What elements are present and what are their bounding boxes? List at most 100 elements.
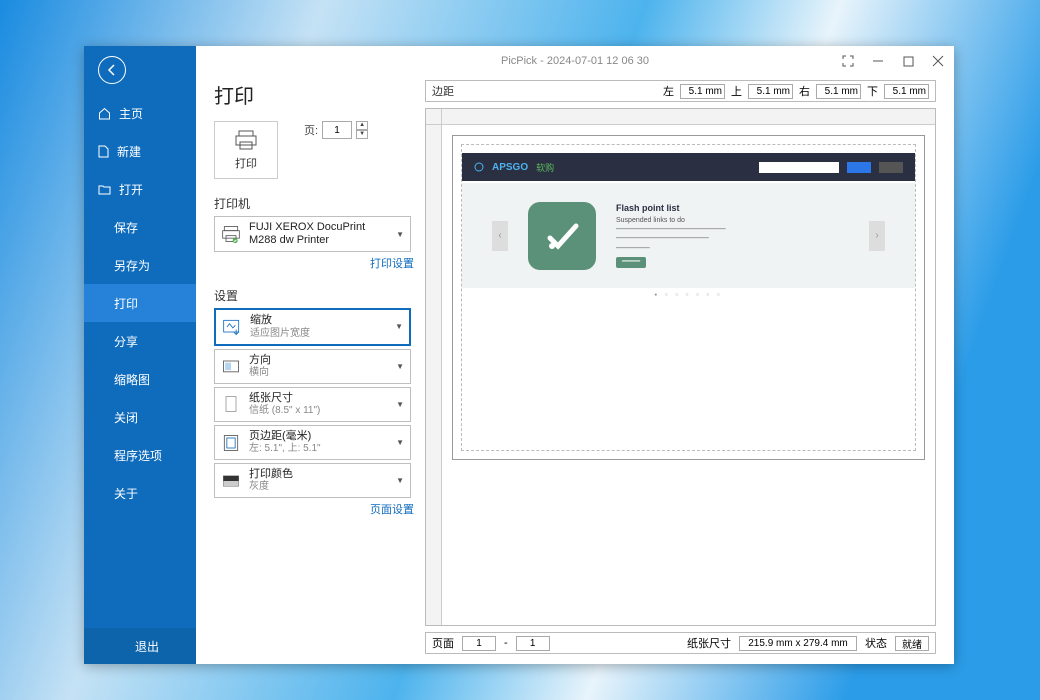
nav-new[interactable]: 新建 [84, 132, 196, 170]
status-paper-label: 纸张尺寸 [687, 635, 731, 651]
nav-label: 打开 [119, 181, 143, 198]
state-display [895, 636, 929, 651]
pages-up[interactable]: ▲ [356, 121, 368, 130]
settings-section-label: 设置 [214, 287, 414, 304]
zoom-icon [222, 317, 242, 337]
pages-down[interactable]: ▼ [356, 130, 368, 139]
nav-exit[interactable]: 退出 [84, 628, 196, 664]
orient-title: 方向 [249, 354, 388, 367]
print-button-label: 打印 [235, 155, 257, 171]
mock-title: Flash point list [616, 203, 849, 215]
zoom-title: 缩放 [250, 314, 387, 327]
mock-btn2 [879, 162, 903, 173]
margin-dropdown[interactable]: 页边距(毫米)左: 5.1", 上: 5.1" ▼ [214, 425, 411, 460]
nav-label: 程序选项 [114, 447, 162, 464]
nav-open[interactable]: 打开 [84, 170, 196, 208]
zoom-sub: 适应图片宽度 [250, 328, 387, 340]
nav-label: 退出 [135, 638, 159, 655]
print-button[interactable]: 打印 [214, 121, 278, 179]
nav-label: 另存为 [114, 257, 150, 274]
printer-icon [234, 129, 258, 151]
nav-label: 新建 [117, 143, 141, 160]
nav-label: 打印 [114, 295, 138, 312]
nav-options[interactable]: 程序选项 [84, 436, 196, 474]
orient-sub: 横向 [249, 367, 388, 379]
maximize-icon[interactable] [900, 53, 916, 69]
arrow-left-icon: ‹ [492, 221, 508, 251]
mock-text: Flash point list Suspended links to do ━… [616, 203, 849, 269]
chevron-down-icon: ▼ [396, 362, 404, 371]
margin-left-input[interactable] [680, 84, 725, 99]
pages-row: 页: ▲ ▼ [304, 121, 368, 139]
mock-sub: Suspended links to do [616, 216, 849, 225]
margin-bottom-input[interactable] [884, 84, 929, 99]
chevron-down-icon: ▼ [396, 476, 404, 485]
nav-print[interactable]: 打印 [84, 284, 196, 322]
size-sub: 信纸 (8.5" x 11") [249, 405, 388, 417]
pages-label: 页: [304, 122, 318, 138]
nav-label: 主页 [119, 105, 143, 122]
titlebar: PicPick - 2024-07-01 12 06 30 [196, 46, 954, 76]
printer-settings-link[interactable]: 打印设置 [214, 255, 414, 271]
top-label: 上 [731, 83, 742, 99]
page-to-input[interactable] [516, 636, 550, 651]
nav-about[interactable]: 关于 [84, 474, 196, 512]
nav-label: 关闭 [114, 409, 138, 426]
nav-saveas[interactable]: 另存为 [84, 246, 196, 284]
mock-btn1 [847, 162, 871, 173]
color-title: 打印颜色 [249, 468, 388, 481]
orientation-dropdown[interactable]: 方向横向 ▼ [214, 349, 411, 384]
window-title: PicPick - 2024-07-01 12 06 30 [501, 55, 649, 67]
papersize-dropdown[interactable]: 纸张尺寸信纸 (8.5" x 11") ▼ [214, 387, 411, 422]
arrow-right-icon: › [869, 221, 885, 251]
ruler-horizontal[interactable] [442, 109, 935, 125]
ruler-corner [426, 109, 442, 125]
margin-top-input[interactable] [748, 84, 793, 99]
chevron-down-icon: ▼ [396, 230, 404, 239]
mock-hero: ‹ Flash point list Suspended links to do… [462, 183, 915, 288]
grayscale-icon [221, 471, 241, 491]
page-from-input[interactable] [462, 636, 496, 651]
page-content: APSGO 软购 ‹ Flash point [461, 144, 916, 451]
printer-dropdown[interactable]: FUJI XEROX DocuPrint M288 dw Printer ▼ [214, 216, 411, 252]
page-settings-link[interactable]: 页面设置 [214, 501, 414, 517]
close-icon[interactable] [930, 53, 946, 69]
ruler-vertical[interactable] [426, 125, 442, 625]
color-dropdown[interactable]: 打印颜色灰度 ▼ [214, 463, 411, 498]
paper-size-display [739, 636, 857, 651]
preview-area: APSGO 软购 ‹ Flash point [425, 108, 936, 626]
printer-icon [221, 224, 241, 244]
left-label: 左 [663, 83, 674, 99]
page-icon [221, 394, 241, 414]
minimize-icon[interactable] [870, 53, 886, 69]
size-title: 纸张尺寸 [249, 392, 388, 405]
mock-logo: APSGO [492, 162, 528, 173]
margin-right-input[interactable] [816, 84, 861, 99]
printer-section-label: 打印机 [214, 195, 414, 212]
zoom-dropdown[interactable]: 缩放适应图片宽度 ▼ [214, 308, 411, 345]
margin-title: 页边距(毫米) [249, 430, 388, 443]
folder-icon [98, 184, 111, 195]
nav-label: 分享 [114, 333, 138, 350]
dash: - [504, 637, 508, 649]
status-state-label: 状态 [865, 635, 887, 651]
page-title: 打印 [214, 80, 414, 109]
fullscreen-icon[interactable] [840, 53, 856, 69]
pages-input[interactable] [322, 121, 352, 139]
back-button[interactable] [98, 56, 126, 84]
nav-label: 缩略图 [114, 371, 150, 388]
file-icon [98, 145, 109, 158]
margins-bar: 边距 左 上 右 下 [425, 80, 936, 102]
bottom-label: 下 [867, 83, 878, 99]
nav-label: 保存 [114, 219, 138, 236]
nav-close[interactable]: 关闭 [84, 398, 196, 436]
color-sub: 灰度 [249, 481, 388, 493]
mock-header: APSGO 软购 [462, 153, 915, 181]
nav-save[interactable]: 保存 [84, 208, 196, 246]
status-page-label: 页面 [432, 635, 454, 651]
printer-name: FUJI XEROX DocuPrint M288 dw Printer [249, 221, 388, 247]
page-canvas: APSGO 软购 ‹ Flash point [452, 135, 925, 460]
nav-home[interactable]: 主页 [84, 94, 196, 132]
nav-thumb[interactable]: 缩略图 [84, 360, 196, 398]
nav-share[interactable]: 分享 [84, 322, 196, 360]
